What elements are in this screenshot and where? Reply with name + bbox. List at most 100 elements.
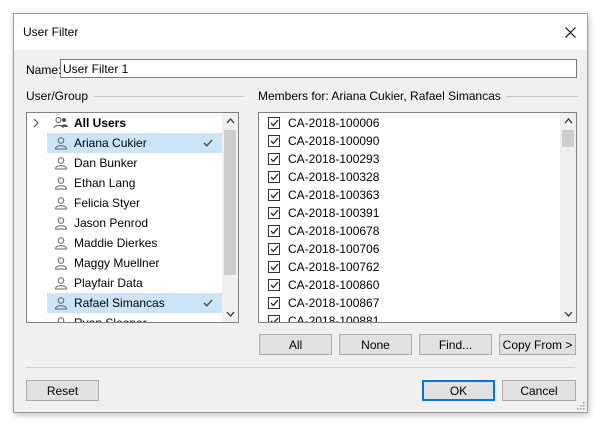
close-button[interactable] (553, 14, 587, 50)
member-row[interactable]: CA-2018-100706 (268, 240, 379, 258)
member-label: CA-2018-100293 (288, 152, 380, 166)
user-group-header: User/Group (26, 89, 244, 103)
user-name: Maddie Dierkes (74, 236, 158, 250)
member-label: CA-2018-100006 (288, 116, 380, 130)
user-name: Ethan Lang (74, 176, 136, 190)
user-name: Rafael Simancas (74, 296, 165, 310)
user-icon (57, 317, 65, 322)
member-row[interactable]: CA-2018-100860 (268, 276, 379, 294)
checkmark-icon (270, 317, 278, 322)
title-bar: User Filter (14, 14, 587, 50)
scroll-up-button[interactable] (560, 113, 576, 129)
member-checkbox[interactable] (268, 135, 280, 147)
user-row[interactable]: Maggy Muellner (47, 253, 223, 273)
member-checkbox[interactable] (268, 207, 280, 219)
member-row[interactable]: CA-2018-100678 (268, 222, 379, 240)
member-label: CA-2018-100328 (288, 170, 380, 184)
reset-button[interactable]: Reset (26, 380, 99, 401)
checkmark-icon (270, 191, 278, 199)
checkmark-icon (270, 245, 278, 253)
member-label: CA-2018-100363 (288, 188, 380, 202)
user-row[interactable]: Felicia Styer (47, 193, 223, 213)
name-input[interactable] (60, 59, 577, 78)
user-row[interactable]: Rafael Simancas (47, 293, 223, 313)
user-row[interactable]: Maddie Dierkes (47, 233, 223, 253)
scroll-thumb[interactable] (562, 130, 574, 147)
members-divider (506, 95, 578, 97)
checkmark-icon (203, 139, 213, 147)
all-button[interactable]: All (259, 334, 332, 355)
user-icon (54, 157, 68, 170)
member-checkbox[interactable] (268, 225, 280, 237)
user-icon (54, 297, 68, 310)
all-users-row[interactable]: All Users (27, 113, 223, 133)
user-row[interactable]: Dan Bunker (47, 153, 223, 173)
cancel-button[interactable]: Cancel (502, 380, 576, 401)
member-row[interactable]: CA-2018-100328 (268, 168, 379, 186)
member-row[interactable]: CA-2018-100762 (268, 258, 379, 276)
user-name: Felicia Styer (74, 196, 141, 210)
member-row[interactable]: CA-2018-100293 (268, 150, 379, 168)
member-checkbox[interactable] (268, 117, 280, 129)
chevron-up-icon (564, 118, 572, 124)
member-row[interactable]: CA-2018-100006 (268, 114, 379, 132)
user-row[interactable]: Ariana Cukier (47, 133, 223, 153)
user-name: Ariana Cukier (74, 136, 147, 150)
checkmark-icon (270, 209, 278, 217)
chevron-right-icon[interactable] (32, 118, 40, 128)
member-row[interactable]: CA-2018-100867 (268, 294, 379, 312)
user-row[interactable]: Ryan Sleeper (47, 313, 223, 322)
scroll-down-button[interactable] (222, 306, 238, 322)
member-row[interactable]: CA-2018-100363 (268, 186, 379, 204)
member-checkbox[interactable] (268, 279, 280, 291)
member-label: CA-2018-100678 (288, 224, 380, 238)
user-row[interactable]: Playfair Data (47, 273, 223, 293)
member-checkbox[interactable] (268, 297, 280, 309)
user-icon (54, 237, 68, 250)
checkmark-icon (270, 227, 278, 235)
member-label: CA-2018-100090 (288, 134, 380, 148)
find-button[interactable]: Find... (419, 334, 492, 355)
member-checkbox[interactable] (268, 189, 280, 201)
none-button[interactable]: None (339, 334, 412, 355)
member-row[interactable]: CA-2018-100881 (268, 312, 380, 323)
user-icon (54, 177, 68, 190)
all-users-label: All Users (74, 116, 127, 130)
member-row[interactable]: CA-2018-100090 (268, 132, 379, 150)
checkmark-icon (270, 119, 278, 127)
scroll-down-button[interactable] (560, 306, 576, 322)
checkmark-icon (270, 281, 278, 289)
checkmark-icon (270, 263, 278, 271)
member-checkbox[interactable] (268, 315, 280, 322)
close-icon (564, 26, 576, 38)
user-name: Jason Penrod (74, 216, 149, 230)
user-list-scrollbar[interactable] (222, 113, 238, 322)
group-icon (53, 117, 68, 129)
chevron-down-icon (564, 311, 572, 317)
chevron-down-icon (226, 311, 234, 317)
member-label: CA-2018-100391 (288, 206, 380, 220)
user-row[interactable]: Jason Penrod (47, 213, 223, 233)
member-label: CA-2018-100860 (288, 278, 380, 292)
member-label: CA-2018-100867 (288, 296, 380, 310)
member-label: CA-2018-100881 (288, 314, 380, 323)
ok-button[interactable]: OK (422, 380, 495, 401)
members-list[interactable]: CA-2018-100006 CA-2018-100090 CA-2018-1002… (258, 112, 577, 323)
user-filter-dialog: User Filter Name: User/Group All Users A… (13, 13, 588, 413)
scroll-thumb[interactable] (224, 130, 236, 275)
member-checkbox[interactable] (268, 243, 280, 255)
user-group-divider (94, 95, 244, 97)
members-scrollbar[interactable] (560, 113, 576, 322)
members-label: Members for: Ariana Cukier, Rafael Siman… (258, 89, 501, 103)
member-row[interactable]: CA-2018-100391 (268, 204, 379, 222)
footer-separator (26, 367, 575, 368)
user-row[interactable]: Ethan Lang (47, 173, 223, 193)
scroll-up-button[interactable] (222, 113, 238, 129)
user-icon (54, 217, 68, 230)
member-checkbox[interactable] (268, 153, 280, 165)
resize-grip-icon[interactable] (575, 400, 585, 410)
copy-from-button[interactable]: Copy From > (499, 334, 576, 355)
member-checkbox[interactable] (268, 261, 280, 273)
member-checkbox[interactable] (268, 171, 280, 183)
user-group-list[interactable]: All Users Ariana Cukier Dan Bunker Ethan L… (26, 112, 239, 323)
